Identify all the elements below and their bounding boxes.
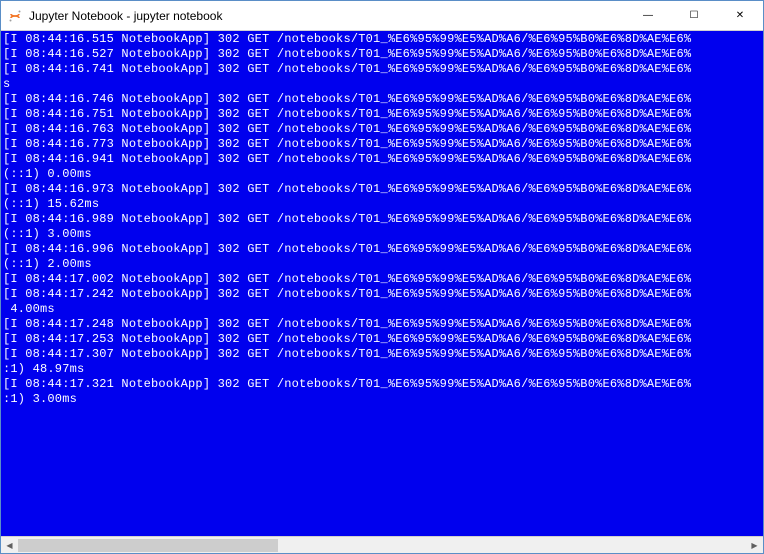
log-line: [I 08:44:16.996 NotebookApp] 302 GET /no… xyxy=(3,242,761,257)
log-line: [I 08:44:16.989 NotebookApp] 302 GET /no… xyxy=(3,212,761,227)
log-line: [I 08:44:17.248 NotebookApp] 302 GET /no… xyxy=(3,317,761,332)
log-line: [I 08:44:17.002 NotebookApp] 302 GET /no… xyxy=(3,272,761,287)
log-line: :1) 3.00ms xyxy=(3,392,761,407)
scroll-right-button[interactable]: ▶ xyxy=(746,537,763,553)
scroll-left-button[interactable]: ◀ xyxy=(1,537,18,553)
log-line: 4.00ms xyxy=(3,302,761,317)
log-line: [I 08:44:16.973 NotebookApp] 302 GET /no… xyxy=(3,182,761,197)
jupyter-icon xyxy=(7,8,23,24)
log-line: [I 08:44:17.307 NotebookApp] 302 GET /no… xyxy=(3,347,761,362)
log-line: [I 08:44:16.741 NotebookApp] 302 GET /no… xyxy=(3,62,761,77)
window-titlebar: Jupyter Notebook - jupyter notebook — ☐ … xyxy=(1,1,763,31)
log-line: s xyxy=(3,77,761,92)
minimize-button[interactable]: — xyxy=(625,1,671,31)
horizontal-scrollbar[interactable]: ◀ ▶ xyxy=(1,536,763,553)
window-title: Jupyter Notebook - jupyter notebook xyxy=(29,9,222,23)
close-button[interactable]: ✕ xyxy=(717,1,763,31)
log-line: (::1) 15.62ms xyxy=(3,197,761,212)
scroll-track[interactable] xyxy=(18,537,746,553)
scroll-thumb[interactable] xyxy=(18,539,278,552)
log-line: (::1) 2.00ms xyxy=(3,257,761,272)
log-line: [I 08:44:16.746 NotebookApp] 302 GET /no… xyxy=(3,92,761,107)
log-line: [I 08:44:17.321 NotebookApp] 302 GET /no… xyxy=(3,377,761,392)
log-line: [I 08:44:16.941 NotebookApp] 302 GET /no… xyxy=(3,152,761,167)
log-line: (::1) 0.00ms xyxy=(3,167,761,182)
maximize-button[interactable]: ☐ xyxy=(671,1,717,31)
console-output: [I 08:44:16.515 NotebookApp] 302 GET /no… xyxy=(1,31,763,408)
log-line: [I 08:44:16.527 NotebookApp] 302 GET /no… xyxy=(3,47,761,62)
log-line: [I 08:44:16.763 NotebookApp] 302 GET /no… xyxy=(3,122,761,137)
console-area[interactable]: [I 08:44:16.515 NotebookApp] 302 GET /no… xyxy=(1,31,763,536)
log-line: [I 08:44:16.773 NotebookApp] 302 GET /no… xyxy=(3,137,761,152)
log-line: (::1) 3.00ms xyxy=(3,227,761,242)
log-line: :1) 48.97ms xyxy=(3,362,761,377)
log-line: [I 08:44:17.253 NotebookApp] 302 GET /no… xyxy=(3,332,761,347)
log-line: [I 08:44:17.242 NotebookApp] 302 GET /no… xyxy=(3,287,761,302)
log-line: [I 08:44:16.515 NotebookApp] 302 GET /no… xyxy=(3,32,761,47)
log-line: [I 08:44:16.751 NotebookApp] 302 GET /no… xyxy=(3,107,761,122)
